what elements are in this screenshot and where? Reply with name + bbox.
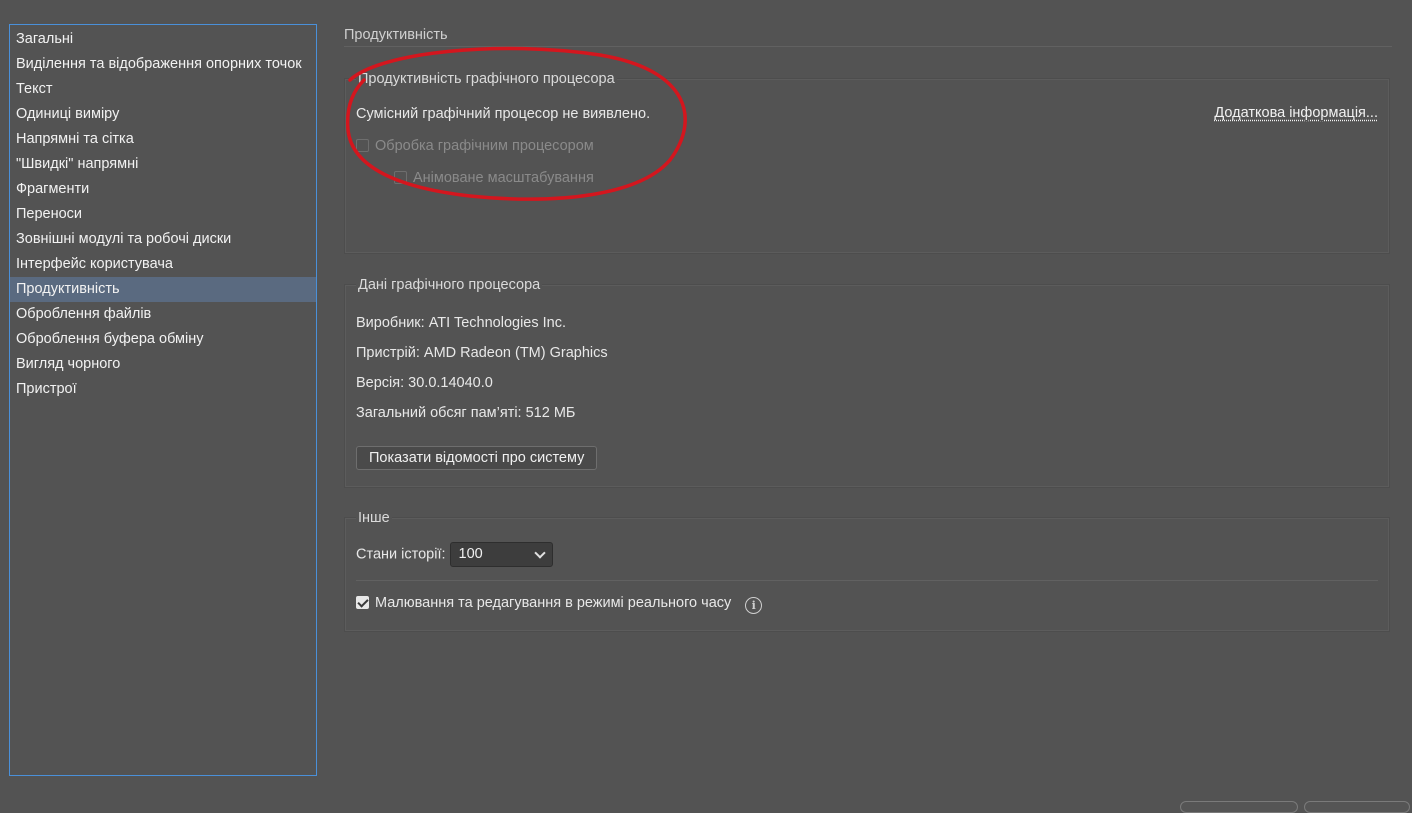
info-icon[interactable]: i xyxy=(745,597,763,614)
gpu-not-detected-message: Сумісний графічний процесор не виявлено. xyxy=(356,106,651,122)
sidebar-item-devices[interactable]: Пристрої xyxy=(10,377,316,402)
sidebar-item-clipboard-handling[interactable]: Оброблення буфера обміну xyxy=(10,327,316,352)
gpu-performance-legend: Продуктивність графічного процесора xyxy=(356,69,617,89)
page-title: Продуктивність xyxy=(344,24,1392,47)
sidebar-item-performance[interactable]: Продуктивність xyxy=(10,277,316,302)
gpu-vendor: Виробник: ATI Technologies Inc. xyxy=(356,315,567,331)
sidebar-item-slices[interactable]: Фрагменти xyxy=(10,177,316,202)
gpu-processing-checkbox-box[interactable] xyxy=(356,139,369,152)
chevron-down-icon xyxy=(533,547,546,559)
realtime-drawing-checkbox-box[interactable] xyxy=(356,596,369,609)
animated-zoom-checkbox-box[interactable] xyxy=(394,171,407,184)
sidebar-item-user-interface[interactable]: Інтерфейс користувача xyxy=(10,252,316,277)
preferences-sidebar: Загальні Виділення та відображення опорн… xyxy=(9,24,317,776)
sidebar-item-plugins-scratch-disks[interactable]: Зовнішні модулі та робочі диски xyxy=(10,227,316,252)
gpu-version: Версія: 30.0.14040.0 xyxy=(356,375,493,391)
gpu-device: Пристрій: AMD Radeon (TM) Graphics xyxy=(356,345,608,361)
realtime-drawing-label: Малювання та редагування в режимі реальн… xyxy=(375,595,732,611)
preferences-main-panel: Продуктивність Продуктивність графічного… xyxy=(344,24,1392,632)
sidebar-item-type[interactable]: Текст xyxy=(10,77,316,102)
realtime-drawing-checkbox[interactable]: Малювання та редагування в режимі реальн… xyxy=(356,595,763,614)
gpu-details-legend: Дані графічного процесора xyxy=(356,275,543,295)
other-group: Інше Стани історії: 100 Малювання та реда… xyxy=(344,508,1390,632)
animated-zoom-checkbox[interactable]: Анімоване масштабування xyxy=(394,170,594,186)
gpu-details-group: Дані графічного процесора Виробник: ATI … xyxy=(344,275,1390,488)
animated-zoom-label: Анімоване масштабування xyxy=(413,170,594,186)
gpu-processing-checkbox[interactable]: Обробка графічним процесором xyxy=(356,138,594,154)
gpu-performance-group: Продуктивність графічного процесора Сумі… xyxy=(344,69,1390,254)
show-system-info-button[interactable]: Показати відомості про систему xyxy=(356,446,598,470)
sidebar-item-hyphenation[interactable]: Переноси xyxy=(10,202,316,227)
more-info-link[interactable]: Додаткова інформація... xyxy=(1214,105,1378,121)
dialog-cancel-button[interactable] xyxy=(1304,801,1410,813)
sidebar-item-units[interactable]: Одиниці виміру xyxy=(10,102,316,127)
history-states-select[interactable]: 100 xyxy=(449,542,553,567)
history-states-label: Стани історії: xyxy=(356,546,446,563)
sidebar-item-guides-grid[interactable]: Напрямні та сітка xyxy=(10,127,316,152)
dialog-ok-button[interactable] xyxy=(1180,801,1298,813)
history-states-row: Стани історії: 100 xyxy=(356,542,553,567)
sidebar-list: Загальні Виділення та відображення опорн… xyxy=(10,25,316,402)
gpu-processing-label: Обробка графічним процесором xyxy=(375,138,594,154)
sidebar-item-appearance-of-black[interactable]: Вигляд чорного xyxy=(10,352,316,377)
gpu-memory: Загальний обсяг пам’яті: 512 МБ xyxy=(356,405,576,421)
other-legend: Інше xyxy=(356,508,392,528)
sidebar-item-file-handling[interactable]: Оброблення файлів xyxy=(10,302,316,327)
sidebar-item-selection-anchors[interactable]: Виділення та відображення опорних точок xyxy=(10,52,316,77)
sidebar-item-general[interactable]: Загальні xyxy=(10,27,316,52)
other-divider xyxy=(356,580,1378,581)
sidebar-item-smart-guides[interactable]: "Швидкі" напрямні xyxy=(10,152,316,177)
history-states-value: 100 xyxy=(458,546,483,562)
